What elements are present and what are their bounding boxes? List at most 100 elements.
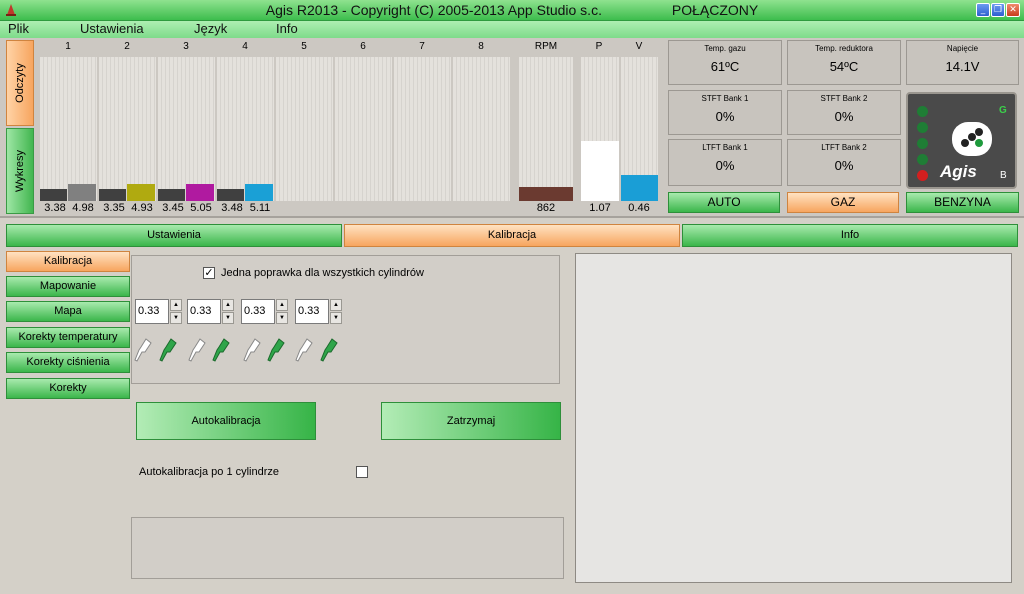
led-g-label: G [999,105,1007,116]
cyl-3-bar-a [158,189,185,201]
readout-ltft-bank2: LTFT Bank 2 0% [787,139,901,186]
tab-info[interactable]: Info [682,224,1018,247]
led-2 [917,122,928,133]
nav-korekty-cisnienia[interactable]: Korekty ciśnienia [6,352,130,373]
autocalibration-button[interactable]: Autokalibracja [136,402,316,440]
spinner-3-down-icon[interactable]: ▼ [276,312,288,324]
window-title: Agis R2013 - Copyright (C) 2005-2013 App… [265,2,602,18]
nav-korekty-temperatury[interactable]: Korekty temperatury [6,327,130,348]
led-3 [917,138,928,149]
col-label-2: 2 [124,41,130,52]
spinner-4-up-icon[interactable]: ▲ [330,299,342,311]
cyl-3-value-b: 5.05 [190,202,212,214]
per-cylinder-checkbox[interactable] [356,466,368,478]
menu-info[interactable]: Info [274,21,300,38]
close-button[interactable]: ✕ [1006,3,1020,17]
led-4 [917,154,928,165]
tab-kalibracja[interactable]: Kalibracja [344,224,680,247]
cyl-2-value-a: 3.35 [103,202,125,214]
nav-korekty[interactable]: Korekty [6,378,130,399]
cyl-correction-spinner-1[interactable]: 0.33 ▲ ▼ [135,299,182,324]
injector-gas-icon [265,337,287,365]
menu-jezyk[interactable]: Język [192,21,229,38]
spinner-2-down-icon[interactable]: ▼ [222,312,234,324]
led-1 [917,106,928,117]
cyl-track-2 [99,57,156,201]
col-label-rpm: RPM [534,41,558,52]
mode-benzyna-button[interactable]: BENZYNA [906,192,1019,213]
cyl-4-value-a: 3.48 [221,202,243,214]
message-panel [131,517,564,579]
cyl-correction-spinner-4[interactable]: 0.33 ▲ ▼ [295,299,342,324]
stop-button[interactable]: Zatrzymaj [381,402,561,440]
readout-stft-bank2: STFT Bank 2 0% [787,90,901,135]
col-label-3: 3 [183,41,189,52]
cyl-correction-spinner-2[interactable]: 0.33 ▲ ▼ [187,299,234,324]
chart-area [575,253,1012,583]
cyl-2-value-b: 4.93 [131,202,153,214]
cyl-2-bar-a [99,189,126,201]
spinner-1-up-icon[interactable]: ▲ [170,299,182,311]
nav-mapa[interactable]: Mapa [6,301,130,322]
cyl-4-bar-a [217,189,244,201]
spinner-4-down-icon[interactable]: ▼ [330,312,342,324]
rpm-track [519,57,573,201]
spinner-2-value[interactable]: 0.33 [187,299,221,324]
mode-auto-button[interactable]: AUTO [668,192,780,213]
v-value: 0.46 [628,202,650,214]
one-correction-label: Jedna poprawka dla wszystkich cylindrów [221,267,424,279]
cyl-correction-spinner-3[interactable]: 0.33 ▲ ▼ [241,299,288,324]
spinner-2-up-icon[interactable]: ▲ [222,299,234,311]
nav-mapowanie[interactable]: Mapowanie [6,276,130,297]
col-label-7: 7 [419,41,425,52]
readout-reducer-temp: Temp. reduktora 54ºC [787,40,901,85]
connection-status: POŁĄCZONY [671,2,759,18]
injector-petrol-icon [132,337,154,365]
readout-ltft-bank1: LTFT Bank 1 0% [668,139,782,186]
cyl-1-value-a: 3.38 [44,202,66,214]
readout-gas-temp: Temp. gazu 61ºC [668,40,782,85]
menu-bar [0,21,1024,38]
cyl-track-1 [40,57,97,201]
rpm-value: 862 [536,202,556,214]
cyl-track-8 [453,57,510,201]
spinner-3-up-icon[interactable]: ▲ [276,299,288,311]
maximize-button[interactable]: ❐ [991,3,1005,17]
v-track [621,57,658,201]
agis-logo-icon [952,122,992,156]
col-label-8: 8 [478,41,484,52]
one-correction-checkbox[interactable]: ✓ [203,267,215,279]
cyl-track-3 [158,57,215,201]
cyl-1-bar-a [40,189,67,201]
col-label-5: 5 [301,41,307,52]
spinner-3-value[interactable]: 0.33 [241,299,275,324]
injector-petrol-icon [186,337,208,365]
cyl-2-bar-b [127,183,155,201]
cyl-4-value-b: 5.11 [249,202,271,214]
injector-gas-icon [157,337,179,365]
menu-plik[interactable]: Plik [6,21,31,38]
tab-wykresy[interactable]: Wykresy [6,128,34,214]
spinner-4-value[interactable]: 0.33 [295,299,329,324]
injector-petrol-icon [241,337,263,365]
minimize-button[interactable]: _ [976,3,990,17]
spinner-1-value[interactable]: 0.33 [135,299,169,324]
tab-odczyty[interactable]: Odczyty [6,40,34,126]
spinner-1-down-icon[interactable]: ▼ [170,312,182,324]
mode-gaz-button[interactable]: GAZ [787,192,899,213]
nav-kalibracja[interactable]: Kalibracja [6,251,130,272]
cyl-track-6 [335,57,392,201]
cyl-4-bar-b [245,183,273,201]
tab-ustawienia[interactable]: Ustawienia [6,224,342,247]
injector-petrol-icon [293,337,315,365]
cyl-1-value-b: 4.98 [72,202,94,214]
col-label-4: 4 [242,41,248,52]
menu-ustawienia[interactable]: Ustawienia [78,21,146,38]
readout-voltage: Napięcie 14.1V [906,40,1019,85]
cyl-1-bar-b [68,183,96,201]
col-label-1: 1 [65,41,71,52]
readout-stft-bank1: STFT Bank 1 0% [668,90,782,135]
cyl-track-7 [394,57,451,201]
p-value: 1.07 [589,202,611,214]
col-label-v: V [635,41,643,52]
